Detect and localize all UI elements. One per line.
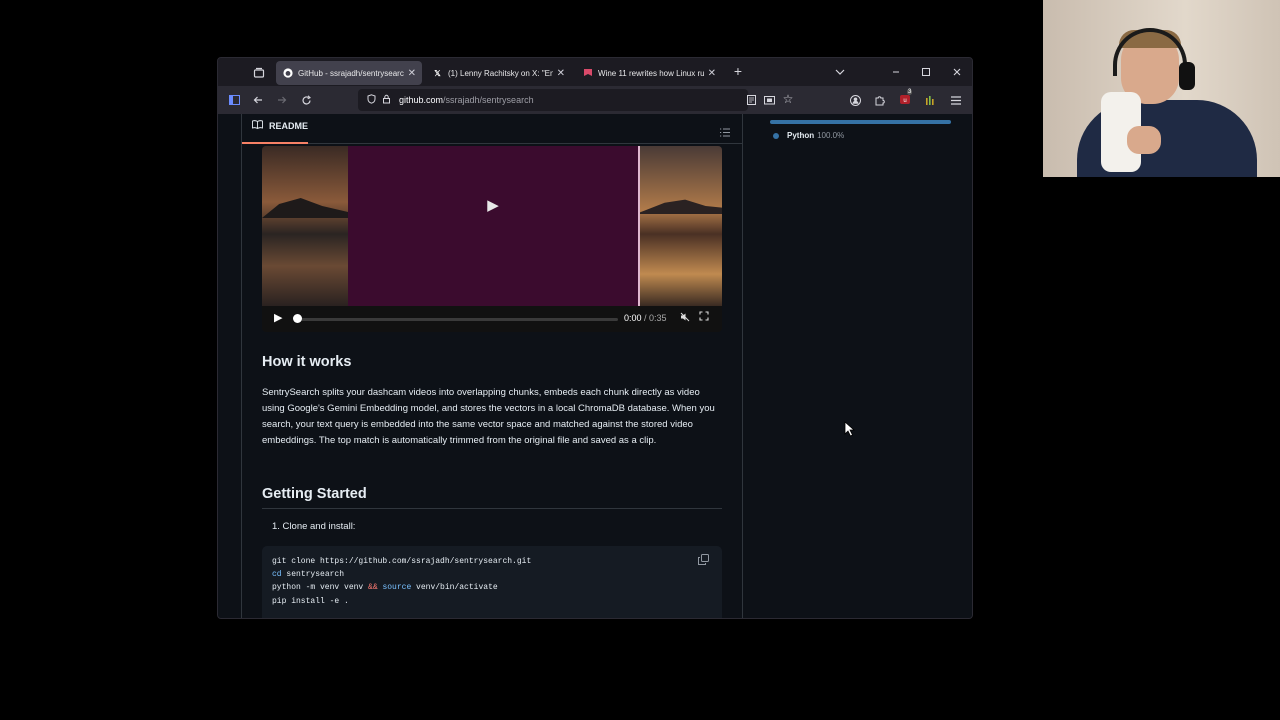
tab-wine[interactable]: Wine 11 rewrites how Linux run ✕ — [576, 61, 722, 85]
reload-icon[interactable] — [300, 94, 312, 106]
play-overlay-icon[interactable]: ▶ — [480, 192, 506, 218]
hamburger-menu-icon[interactable] — [950, 94, 962, 106]
video-frame-right — [640, 146, 722, 306]
fullscreen-icon[interactable] — [699, 311, 709, 324]
mute-icon[interactable] — [680, 312, 690, 325]
language-dot — [773, 132, 779, 139]
code-block: git clone https://github.com/ssrajadh/se… — [262, 546, 722, 618]
code-text: python -m venv venv — [272, 583, 369, 592]
new-tab-icon[interactable]: + — [731, 64, 745, 78]
video-frame-center — [348, 146, 638, 306]
code-keyword: cd — [272, 570, 282, 579]
video-controls: ▶ 0:00 / 0:35 — [262, 306, 722, 332]
shield-icon[interactable] — [367, 94, 376, 106]
video-time: 0:00 / 0:35 — [624, 313, 667, 323]
extensions-icon[interactable] — [873, 94, 885, 106]
code-text: venv/bin/activate — [411, 583, 498, 592]
code-line: python -m venv venv && source venv/bin/a… — [272, 583, 498, 592]
list-all-tabs-icon[interactable] — [834, 66, 846, 78]
book-icon — [252, 120, 263, 131]
heading-how-it-works: How it works — [262, 354, 352, 370]
language-name: Python — [787, 131, 815, 140]
back-icon[interactable] — [252, 94, 264, 106]
language-python[interactable]: Python 100.0% — [773, 131, 844, 140]
readme-tab-label: README — [269, 120, 309, 131]
navigation-toolbar: github.com/ssrajadh/sentrysearch ☆ u 3 — [218, 86, 972, 114]
how-it-works-paragraph: SentrySearch splits your dashcam videos … — [262, 387, 715, 446]
tab-groups-icon[interactable] — [252, 66, 266, 80]
mouse-cursor-icon — [844, 421, 856, 437]
copy-icon[interactable] — [698, 554, 710, 566]
headset-earcup — [1179, 62, 1195, 90]
lock-icon[interactable] — [382, 94, 391, 106]
close-tab-icon[interactable]: ✕ — [708, 68, 716, 79]
equalizer-icon[interactable] — [924, 94, 936, 106]
minimize-icon[interactable] — [890, 66, 902, 78]
time-separator: / — [641, 313, 650, 323]
tab-title: GitHub - ssrajadh/sentrysearch — [298, 68, 404, 78]
total-time: 0:35 — [649, 313, 667, 323]
webcam-overlay — [1043, 0, 1280, 177]
url-path: /ssrajadh/sentrysearch — [443, 95, 534, 105]
reader-view-icon[interactable] — [745, 94, 757, 106]
readme-tab[interactable]: README — [252, 120, 308, 131]
x-icon: 𝕏 — [434, 68, 441, 78]
tab-title: Wine 11 rewrites how Linux run — [598, 68, 704, 78]
browser-window: GitHub - ssrajadh/sentrysearch ✕ 𝕏 (1) L… — [217, 57, 973, 619]
step-clone-install: 1. Clone and install: — [272, 521, 356, 532]
news-icon — [582, 68, 593, 79]
address-bar[interactable]: github.com/ssrajadh/sentrysearch — [358, 89, 748, 111]
readme-panel: README ▶ ▶ 0:00 / 0:35 How it works Sent… — [241, 114, 743, 618]
sidebar-toggle-icon[interactable] — [228, 94, 240, 106]
account-icon[interactable] — [849, 94, 861, 106]
close-tab-icon[interactable]: ✕ — [408, 68, 416, 79]
person-hand — [1127, 126, 1161, 154]
video-frame-left — [262, 146, 348, 306]
tab-x[interactable]: 𝕏 (1) Lenny Rachitsky on X: "Engi ✕ — [426, 61, 571, 85]
maximize-icon[interactable] — [920, 66, 932, 78]
screen: GitHub - ssrajadh/sentrysearch ✕ 𝕏 (1) L… — [0, 0, 1280, 720]
url-host: github.com — [399, 95, 444, 105]
heading-getting-started: Getting Started — [262, 486, 722, 509]
seek-handle[interactable] — [293, 314, 302, 323]
outline-list-icon[interactable] — [720, 124, 732, 137]
tab-bar: GitHub - ssrajadh/sentrysearch ✕ 𝕏 (1) L… — [218, 58, 972, 86]
page-content: README ▶ ▶ 0:00 / 0:35 How it works Sent… — [218, 114, 972, 618]
code-operator: && — [368, 583, 378, 592]
code-text: sentrysearch — [281, 570, 345, 579]
video-player[interactable]: ▶ ▶ 0:00 / 0:35 — [262, 146, 722, 332]
bookmark-star-icon[interactable]: ☆ — [782, 93, 794, 105]
close-window-icon[interactable] — [951, 66, 963, 78]
forward-icon[interactable] — [276, 94, 288, 106]
seek-bar[interactable] — [296, 318, 618, 321]
current-time: 0:00 — [624, 313, 642, 323]
close-tab-icon[interactable]: ✕ — [557, 68, 565, 79]
tab-github[interactable]: GitHub - ssrajadh/sentrysearch ✕ — [276, 61, 422, 85]
code-line: pip install -e . — [272, 597, 349, 606]
extension-badge: 3 — [907, 89, 913, 95]
code-keyword: source — [382, 583, 412, 592]
github-icon — [282, 68, 293, 79]
tab-title: (1) Lenny Rachitsky on X: "Engi — [448, 68, 553, 78]
play-icon[interactable]: ▶ — [274, 311, 282, 324]
readme-tab-underline — [242, 142, 308, 144]
screenshot-icon[interactable] — [763, 94, 775, 106]
svg-text:u: u — [903, 98, 906, 104]
language-bar — [770, 120, 951, 124]
code-line: cd sentrysearch — [272, 570, 344, 579]
code-line: git clone https://github.com/ssrajadh/se… — [272, 557, 532, 566]
readme-header: README — [242, 114, 742, 144]
addon-icon[interactable]: u 3 — [898, 89, 913, 106]
language-percent: 100.0% — [817, 131, 845, 140]
